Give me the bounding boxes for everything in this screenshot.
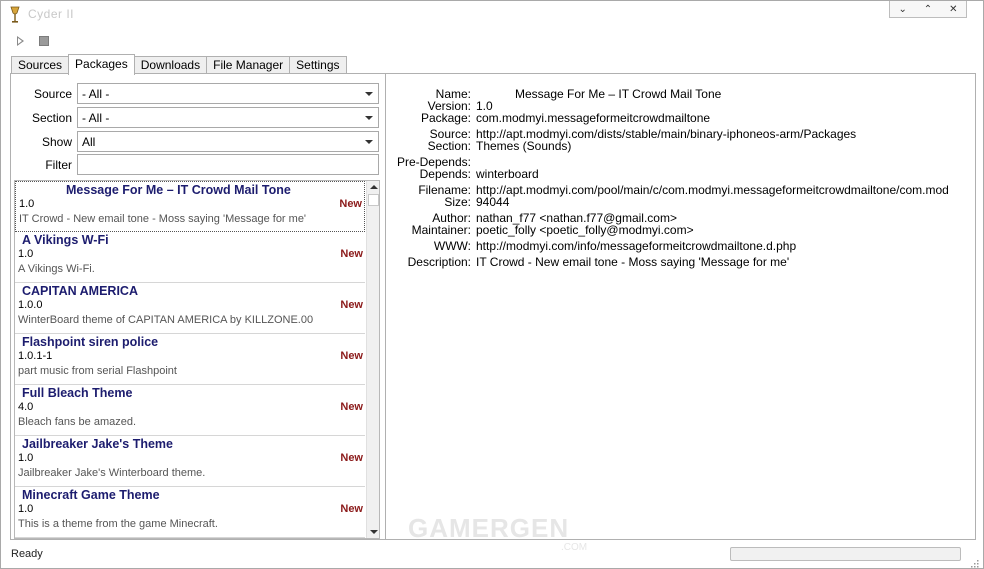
- filter-input[interactable]: [77, 154, 379, 175]
- package-version: 1.0: [19, 198, 35, 210]
- play-icon[interactable]: [17, 36, 24, 46]
- list-item[interactable]: Message For Me – IT Crowd Mail Tone 1.0 …: [15, 181, 365, 232]
- list-item[interactable]: Minecraft Game Theme 1.0 New This is a t…: [15, 487, 365, 538]
- source-select-value: - All -: [82, 87, 110, 101]
- list-item[interactable]: Flashpoint siren police 1.0.1-1 New part…: [15, 334, 365, 385]
- package-version: 4.0: [18, 401, 34, 413]
- chevron-down-icon: [365, 140, 373, 144]
- scroll-up-icon[interactable]: [370, 185, 378, 189]
- tab-strip: Sources Packages Downloads File Manager …: [11, 54, 347, 75]
- new-badge: New: [340, 248, 363, 260]
- package-description: Jailbreaker Jake's Winterboard theme.: [18, 467, 206, 479]
- show-select[interactable]: All: [77, 131, 379, 152]
- package-version: 1.0.1-1: [18, 350, 53, 362]
- progress-bar: [730, 547, 961, 561]
- package-description: WinterBoard theme of CAPITAN AMERICA by …: [18, 314, 314, 326]
- scroll-thumb[interactable]: [368, 194, 379, 206]
- package-details: Name: Message For Me – IT Crowd Mail Ton…: [385, 74, 975, 539]
- new-badge: New: [340, 401, 363, 413]
- list-item[interactable]: Full Bleach Theme 4.0 New Bleach fans be…: [15, 385, 365, 436]
- tab-sources[interactable]: Sources: [11, 56, 70, 74]
- package-title: Message For Me – IT Crowd Mail Tone: [66, 183, 291, 197]
- package-title: A Vikings W-Fi: [22, 233, 109, 247]
- tab-file-manager[interactable]: File Manager: [206, 56, 291, 74]
- show-label: Show: [41, 135, 72, 149]
- list-item[interactable]: CAPITAN AMERICA 1.0.0 New WinterBoard th…: [15, 283, 365, 334]
- package-description: A Vikings Wi-Fi.: [18, 263, 95, 275]
- list-scrollbar[interactable]: [366, 181, 379, 538]
- window-controls: ⌄ ⌃ ✕: [889, 1, 967, 18]
- package-description: IT Crowd - New email tone - Moss saying …: [19, 213, 307, 225]
- package-title: Flashpoint siren police: [22, 335, 159, 349]
- package-title: Minecraft Game Theme: [22, 488, 160, 502]
- package-list: Message For Me – IT Crowd Mail Tone 1.0 …: [14, 180, 380, 539]
- close-icon[interactable]: ✕: [941, 1, 966, 17]
- new-badge: New: [340, 452, 363, 464]
- package-version: 1.0.0: [18, 299, 43, 311]
- new-badge: New: [340, 350, 363, 362]
- app-glass-icon: [10, 6, 20, 24]
- maximize-icon[interactable]: ⌃: [915, 1, 940, 17]
- tab-packages[interactable]: Packages: [68, 54, 135, 75]
- show-select-value: All: [82, 135, 96, 149]
- package-description: part music from serial Flashpoint: [18, 365, 177, 377]
- package-title: Jailbreaker Jake's Theme: [22, 437, 173, 451]
- title-bar: Cyder II ⌄ ⌃ ✕: [1, 1, 983, 29]
- new-badge: New: [339, 198, 362, 210]
- chevron-down-icon: [365, 92, 373, 96]
- status-bar: Ready: [1, 542, 983, 568]
- watermark-logo: GAMERGEN: [408, 513, 570, 543]
- list-item[interactable]: Jailbreaker Jake's Theme 1.0 New Jailbre…: [15, 436, 365, 487]
- section-label: Section: [31, 111, 72, 125]
- resize-grip-icon[interactable]: [971, 557, 979, 568]
- new-badge: New: [340, 503, 363, 515]
- package-version: 1.0: [18, 452, 34, 464]
- package-description: This is a theme from the game Minecraft.: [18, 518, 218, 530]
- scroll-down-icon[interactable]: [370, 530, 378, 534]
- toolbar: [1, 31, 983, 53]
- package-title: CAPITAN AMERICA: [22, 284, 138, 298]
- section-select-value: - All -: [82, 111, 110, 125]
- package-version: 1.0: [18, 248, 34, 260]
- chevron-down-icon: [365, 116, 373, 120]
- status-text: Ready: [11, 548, 43, 560]
- source-select[interactable]: - All -: [77, 83, 379, 104]
- source-label: Source: [33, 87, 72, 101]
- window-title: Cyder II: [28, 7, 75, 21]
- filter-label: Filter: [45, 158, 72, 172]
- packages-panel: Source - All - Section - All - Show All …: [10, 73, 976, 540]
- app-window: Cyder II ⌄ ⌃ ✕ Sources Packages Download…: [0, 0, 984, 569]
- tab-settings[interactable]: Settings: [289, 56, 347, 74]
- tab-downloads[interactable]: Downloads: [133, 56, 208, 74]
- package-title: Full Bleach Theme: [22, 386, 133, 400]
- package-version: 1.0: [18, 503, 34, 515]
- package-description: Bleach fans be amazed.: [18, 416, 137, 428]
- minimize-icon[interactable]: ⌄: [890, 1, 915, 17]
- new-badge: New: [340, 299, 363, 311]
- section-select[interactable]: - All -: [77, 107, 379, 128]
- stop-icon[interactable]: [39, 36, 49, 46]
- list-item[interactable]: A Vikings W-Fi 1.0 New A Vikings Wi-Fi.: [15, 232, 365, 283]
